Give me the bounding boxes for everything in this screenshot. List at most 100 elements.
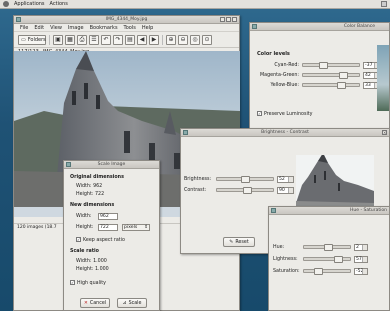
- saturation-spin[interactable]: -52: [354, 267, 368, 275]
- menu-bookmarks[interactable]: Bookmarks: [90, 25, 118, 31]
- hue-saturation-window: Hue - Saturation Hue: 2 Lightness: 57 Sa…: [268, 206, 390, 311]
- color-balance-title: Color Balance: [343, 24, 375, 29]
- magenta-green-label: Magenta-Green:: [260, 72, 299, 78]
- preserve-luminosity-checkbox[interactable]: ✓: [257, 111, 262, 116]
- brightness-row: Brightness: 52: [184, 175, 294, 183]
- zoom-out-icon[interactable]: ⊖: [178, 34, 188, 45]
- actions-menu[interactable]: Actions: [50, 1, 68, 7]
- viewer-title: IMG_4344_Moy.jpg: [105, 17, 148, 22]
- slider-thumb[interactable]: [334, 256, 343, 263]
- lightness-spin[interactable]: 57: [354, 255, 368, 263]
- scale-button[interactable]: ⊿ Scale: [117, 298, 147, 308]
- high-quality-checkbox[interactable]: ✓: [70, 280, 75, 285]
- slider-thumb[interactable]: [324, 244, 333, 251]
- color-balance-titlebar[interactable]: Color Balance: [250, 23, 389, 31]
- cancel-icon: ✕: [83, 300, 88, 306]
- contrast-slider[interactable]: [216, 187, 274, 194]
- cyan-red-slider[interactable]: [302, 62, 360, 69]
- rotate-left-icon[interactable]: ↶: [101, 34, 111, 45]
- zoom-in-icon[interactable]: ⊕: [166, 34, 176, 45]
- list-icon[interactable]: ☰: [89, 34, 99, 45]
- width-input[interactable]: 962: [98, 213, 118, 220]
- panel-tray-icon[interactable]: [381, 1, 387, 7]
- gnome-foot-icon[interactable]: [3, 1, 9, 7]
- dialog-icon: [252, 24, 257, 29]
- back-icon[interactable]: ◀: [137, 34, 147, 45]
- reset-button[interactable]: ✎ Reset: [223, 237, 255, 247]
- slider-thumb[interactable]: [337, 82, 346, 89]
- menu-view[interactable]: View: [50, 25, 62, 31]
- menu-file[interactable]: File: [20, 25, 28, 31]
- forward-icon[interactable]: ▶: [149, 34, 159, 45]
- menu-edit[interactable]: Edit: [34, 25, 44, 31]
- viewer-toolbar: ▭ Folders ▣ ▦ ⎙ ☰ ↶ ↷ ▤ ◀ ▶ ⊕ ⊖ ◎ ⊙: [14, 32, 239, 48]
- lightness-row: Lightness: 57: [273, 255, 389, 263]
- color-balance-preview: [377, 45, 389, 111]
- zoom-fit-icon[interactable]: ⊙: [202, 34, 212, 45]
- reset-icon: ✎: [229, 239, 234, 245]
- magenta-green-row: Magenta-Green: 42: [257, 71, 389, 79]
- high-quality-label: High quality: [77, 281, 106, 286]
- folders-label: Folders: [27, 36, 46, 43]
- close-icon[interactable]: ×: [382, 130, 387, 135]
- zoom-normal-icon[interactable]: ◎: [190, 34, 200, 45]
- scale-button-label: Scale: [128, 300, 142, 306]
- viewer-titlebar[interactable]: IMG_4344_Moy.jpg: [14, 16, 239, 24]
- brightness-label: Brightness:: [184, 176, 212, 182]
- minimize-icon[interactable]: [220, 17, 225, 22]
- maximize-icon[interactable]: [226, 17, 231, 22]
- saturation-slider[interactable]: [303, 268, 351, 275]
- ratio-width: Width: 1.000: [76, 259, 107, 264]
- spin-arrows-icon: ⇕: [144, 225, 148, 230]
- cancel-button[interactable]: ✕ Cancel: [80, 298, 110, 308]
- huesat-title: Hue - Saturation: [350, 208, 387, 213]
- hue-slider[interactable]: [303, 244, 351, 251]
- magenta-green-slider[interactable]: [302, 72, 360, 79]
- folders-button[interactable]: ▭ Folders: [18, 34, 46, 45]
- menu-image[interactable]: Image: [68, 25, 84, 31]
- menu-help[interactable]: Help: [142, 25, 153, 31]
- brightness-slider[interactable]: [216, 176, 274, 183]
- original-dimensions-heading: Original dimensions: [70, 175, 124, 180]
- menu-tools[interactable]: Tools: [124, 25, 136, 31]
- preview-photo: [296, 155, 374, 211]
- keep-aspect-option[interactable]: ✓ Keep aspect ratio: [76, 237, 125, 243]
- slider-thumb[interactable]: [243, 187, 252, 194]
- print-icon[interactable]: ⎙: [77, 34, 87, 45]
- scale-image-window: Scale Image Original dimensions Width: 9…: [63, 160, 160, 311]
- cyan-red-row: Cyan-Red: -37: [257, 61, 389, 69]
- slider-thumb[interactable]: [314, 268, 323, 275]
- dialog-icon: [271, 208, 276, 213]
- height-input[interactable]: 722: [98, 224, 118, 231]
- slider-thumb[interactable]: [241, 176, 250, 183]
- contrast-label: Contrast:: [184, 187, 207, 193]
- preserve-luminosity-label: Preserve Luminosity: [264, 112, 313, 117]
- grid-icon[interactable]: ▦: [65, 34, 75, 45]
- hue-spin[interactable]: 2: [354, 243, 368, 251]
- reset-label: Reset: [235, 239, 249, 245]
- brightness-titlebar[interactable]: Brightness - Contrast ×: [181, 129, 389, 137]
- toolbar-separator: [49, 34, 50, 45]
- keep-aspect-checkbox[interactable]: ✓: [76, 237, 81, 242]
- yellow-blue-slider[interactable]: [302, 82, 360, 89]
- slider-thumb[interactable]: [339, 72, 348, 79]
- unit-value: pixels: [124, 225, 138, 230]
- huesat-titlebar[interactable]: Hue - Saturation: [269, 207, 389, 215]
- slider-thumb[interactable]: [319, 62, 328, 69]
- viewer-menubar: File Edit View Image Bookmarks Tools Hel…: [14, 24, 239, 32]
- folder-icon: ▭: [21, 36, 26, 43]
- top-panel: Applications Actions: [0, 0, 390, 9]
- close-icon[interactable]: [232, 17, 237, 22]
- brightness-spin[interactable]: 52: [277, 175, 294, 183]
- applications-menu[interactable]: Applications: [14, 1, 45, 7]
- document-icon[interactable]: ▤: [125, 34, 135, 45]
- high-quality-option[interactable]: ✓ High quality: [70, 280, 106, 286]
- unit-select[interactable]: pixels ⇕: [122, 224, 150, 231]
- rotate-right-icon[interactable]: ↷: [113, 34, 123, 45]
- preserve-luminosity-option[interactable]: ✓ Preserve Luminosity: [257, 111, 313, 117]
- image-icon[interactable]: ▣: [53, 34, 63, 45]
- scale-icon: ⊿: [122, 300, 127, 306]
- scale-titlebar[interactable]: Scale Image: [64, 161, 159, 169]
- lightness-slider[interactable]: [303, 256, 351, 263]
- contrast-spin[interactable]: 90: [277, 186, 294, 194]
